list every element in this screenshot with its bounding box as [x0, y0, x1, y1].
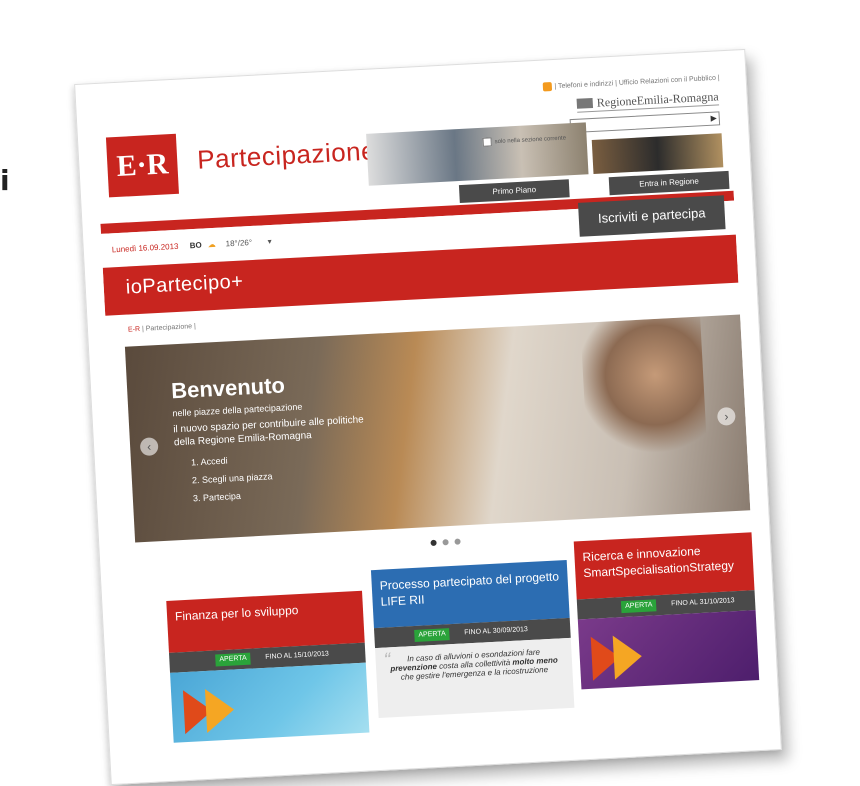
header-photo-collage	[366, 122, 589, 186]
header-photo-right	[591, 133, 724, 175]
breadcrumb: E-R | Partecipazione |	[127, 323, 196, 334]
breadcrumb-root[interactable]: E-R	[128, 326, 140, 334]
website: | Telefoni e indirizzi | Ufficio Relazio…	[93, 66, 763, 768]
breadcrumb-current: Partecipazione	[145, 323, 193, 333]
temperature: 18°/26°	[225, 237, 253, 249]
slide-steps: 1. Accedi 2. Scegli una piazza 3. Partec…	[175, 444, 368, 508]
card-image	[170, 662, 370, 743]
slider-dot[interactable]	[442, 539, 449, 546]
status-badge: APERTA	[215, 652, 252, 667]
cropped-left-text: i	[0, 164, 10, 197]
slider-prev-icon[interactable]: ‹	[139, 437, 159, 457]
arrow-art-icon	[612, 634, 643, 680]
slide-photo	[580, 316, 708, 463]
checkbox-icon[interactable]	[482, 137, 492, 147]
slider-dot[interactable]	[430, 539, 437, 547]
status-badge: APERTA	[620, 599, 657, 614]
deadline-text: FINO AL 31/10/2013	[670, 597, 735, 608]
arrow-art-icon	[204, 687, 236, 733]
status-badge: APERTA	[414, 628, 451, 643]
deadline-text: FINO AL 15/10/2013	[265, 650, 330, 661]
page-screenshot-card: | Telefoni e indirizzi | Ufficio Relazio…	[74, 48, 782, 786]
card-image	[577, 609, 763, 690]
slider-next-icon[interactable]: ›	[716, 406, 736, 426]
hero-slider[interactable]: Benvenuto nelle piazze della partecipazi…	[124, 314, 751, 543]
weather-icon: ☁	[207, 239, 216, 250]
city-code: BO	[189, 240, 202, 251]
chevron-down-icon[interactable]: ▾	[267, 237, 271, 246]
card-ricerca[interactable]: Ricerca e innovazione SmartSpecialisatio…	[573, 531, 763, 690]
rss-icon[interactable]	[542, 82, 552, 92]
slider-dot[interactable]	[454, 538, 461, 545]
card-finanza[interactable]: Finanza per lo sviluppo APERTA FINO AL 1…	[166, 590, 370, 743]
subscribe-button[interactable]: Iscriviti e partecipa	[577, 195, 726, 237]
top-links[interactable]: | Telefoni e indirizzi | Ufficio Relazio…	[542, 73, 720, 92]
slide-text: Benvenuto nelle piazze della partecipazi…	[171, 368, 368, 508]
card-life-rii[interactable]: Processo partecipato del progetto LIFE R…	[370, 559, 575, 718]
slider-dots	[427, 531, 464, 551]
quote-icon: “	[383, 649, 391, 672]
card-title[interactable]: Processo partecipato del progetto LIFE R…	[370, 559, 570, 629]
section-title: ioPartecipo+	[125, 270, 244, 299]
date-text: Lunedì 16.09.2013	[111, 241, 179, 255]
deadline-text: FINO AL 30/09/2013	[464, 626, 529, 637]
card-title[interactable]: Ricerca e innovazione SmartSpecialisatio…	[573, 531, 763, 600]
er-logo[interactable]: E·R	[105, 133, 179, 198]
card-quote: “ In caso di alluvioni o esondazioni far…	[375, 637, 575, 718]
site-title[interactable]: Partecipazione	[196, 135, 376, 175]
